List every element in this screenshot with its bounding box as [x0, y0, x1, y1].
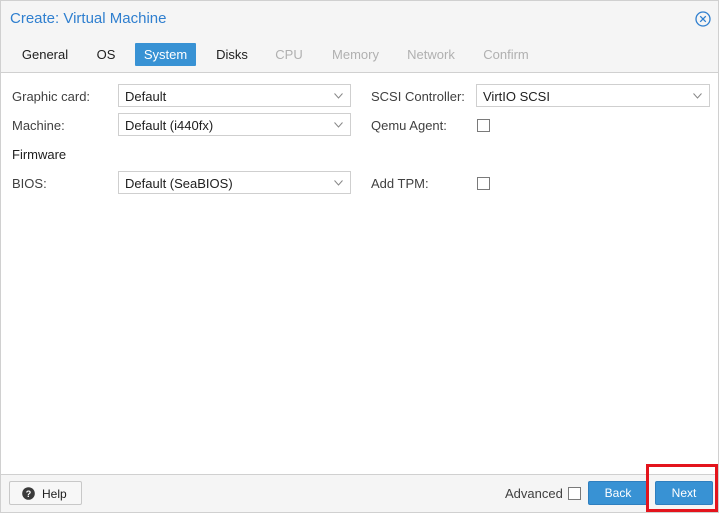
tab-network: Network: [407, 47, 455, 62]
scsi-controller-value: VirtIO SCSI: [483, 89, 550, 104]
tab-system[interactable]: System: [135, 43, 196, 66]
close-icon[interactable]: [695, 11, 711, 27]
machine-select[interactable]: Default (i440fx): [118, 113, 351, 136]
chevron-down-icon: [334, 180, 343, 186]
system-panel: Graphic card: Default Machine: Default (…: [1, 74, 718, 474]
next-button-highlight: [646, 464, 718, 512]
add-tpm-checkbox[interactable]: [477, 177, 490, 190]
bios-label: BIOS:: [12, 176, 47, 191]
qemu-agent-checkbox[interactable]: [477, 119, 490, 132]
question-circle-icon: ?: [22, 487, 35, 500]
tab-general[interactable]: General: [13, 43, 77, 66]
add-tpm-label: Add TPM:: [371, 176, 429, 191]
machine-value: Default (i440fx): [125, 118, 214, 133]
tab-disks[interactable]: Disks: [208, 43, 256, 66]
advanced-label: Advanced: [505, 486, 563, 501]
machine-label: Machine:: [12, 118, 65, 133]
create-vm-dialog: Create: Virtual Machine General OS Syste…: [0, 0, 719, 513]
back-button[interactable]: Back: [588, 481, 648, 505]
scsi-controller-label: SCSI Controller:: [371, 89, 465, 104]
svg-text:?: ?: [26, 489, 32, 499]
graphic-card-value: Default: [125, 89, 167, 104]
scsi-controller-select[interactable]: VirtIO SCSI: [476, 84, 710, 107]
tab-cpu: CPU: [275, 47, 303, 62]
tab-os[interactable]: OS: [89, 43, 123, 66]
dialog-title: Create: Virtual Machine: [10, 10, 167, 27]
bios-value: Default (SeaBIOS): [125, 176, 233, 191]
advanced-checkbox[interactable]: [568, 487, 581, 500]
tab-memory: Memory: [332, 47, 379, 62]
chevron-down-icon: [693, 93, 702, 99]
chevron-down-icon: [334, 122, 343, 128]
firmware-heading: Firmware: [12, 147, 67, 162]
bios-select[interactable]: Default (SeaBIOS): [118, 171, 351, 194]
dialog-footer: ? Help Advanced Back Next: [1, 474, 718, 512]
dialog-titlebar: Create: Virtual Machine: [1, 1, 718, 36]
help-button[interactable]: ? Help: [9, 481, 82, 505]
wizard-tabbar: General OS System Disks CPU Memory Netwo…: [1, 36, 718, 73]
tab-confirm: Confirm: [483, 47, 529, 62]
graphic-card-label: Graphic card:: [12, 89, 91, 104]
graphic-card-select[interactable]: Default: [118, 84, 351, 107]
chevron-down-icon: [334, 93, 343, 99]
help-label: Help: [42, 487, 67, 501]
qemu-agent-label: Qemu Agent:: [371, 118, 447, 133]
